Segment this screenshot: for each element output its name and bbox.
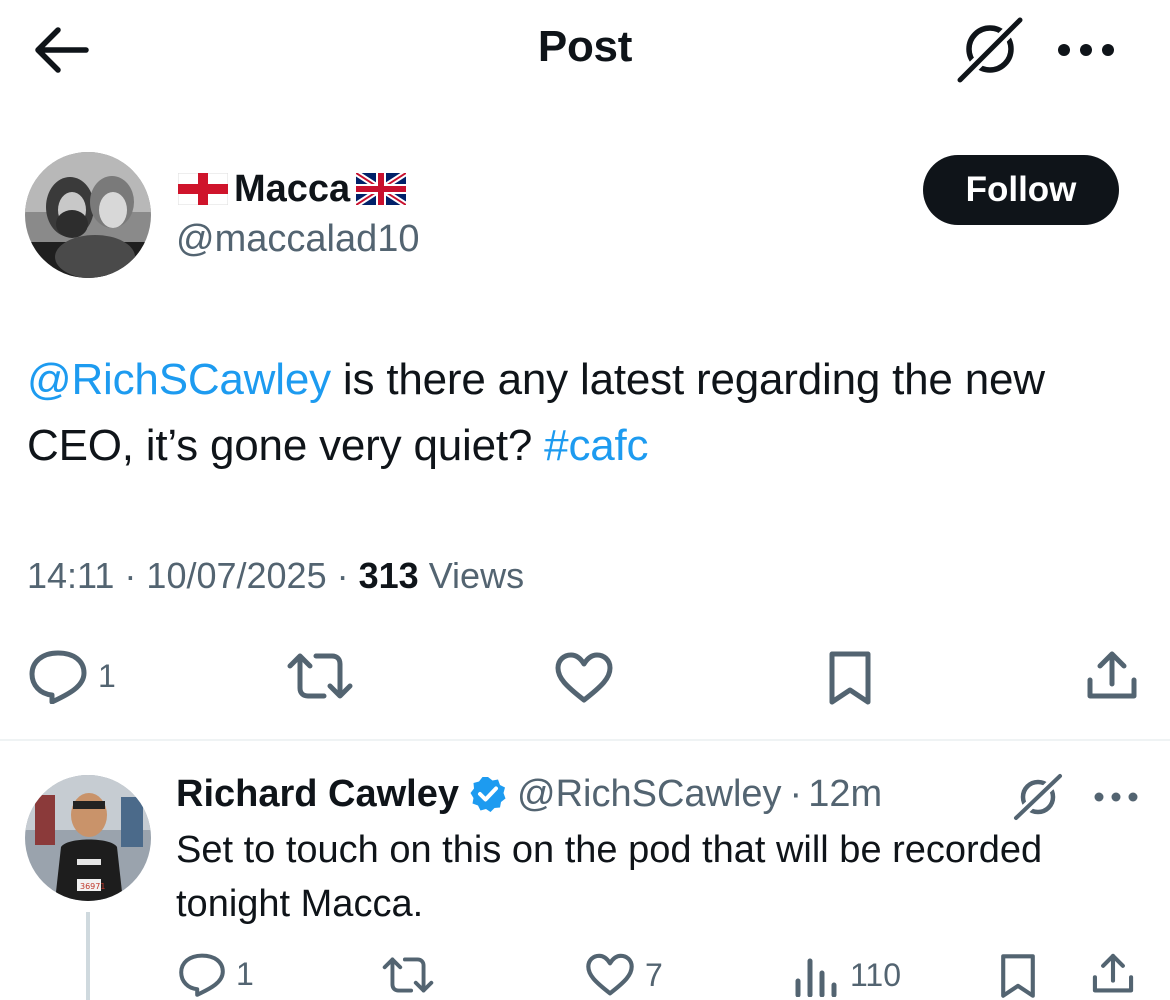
- bookmark-icon: [829, 651, 871, 705]
- like-button[interactable]: [554, 652, 614, 709]
- reply-icon: [29, 650, 87, 704]
- divider: [0, 739, 1170, 741]
- verified-badge-icon: [470, 777, 506, 812]
- views-label: Views: [418, 555, 525, 596]
- thread-line: [86, 912, 90, 1000]
- follow-button[interactable]: Follow: [923, 155, 1119, 225]
- reply-share-button[interactable]: [1090, 951, 1136, 1000]
- post-text: @RichSCawley is there any latest regardi…: [27, 347, 1147, 479]
- repost-icon: [287, 653, 353, 699]
- reply-like-count: 7: [645, 956, 663, 993]
- reply-author-name[interactable]: Richard Cawley: [176, 773, 459, 816]
- mention-link[interactable]: @RichSCawley: [27, 355, 331, 404]
- hashtag-link[interactable]: #cafc: [544, 421, 648, 470]
- bookmark-button[interactable]: [826, 650, 874, 711]
- grok-icon: [954, 14, 1026, 86]
- post-time: 14:11: [27, 555, 115, 596]
- reply-text: Set to touch on this on the pod that wil…: [176, 829, 1043, 925]
- author-handle[interactable]: @maccalad10: [176, 218, 419, 261]
- svg-text:36971: 36971: [80, 882, 105, 891]
- more-horizontal-icon: [1094, 792, 1138, 802]
- share-icon: [1092, 953, 1134, 993]
- reply-header: Richard Cawley @RichSCawley · 12m: [176, 768, 882, 820]
- reply-bookmark-button[interactable]: [998, 953, 1038, 1000]
- uk-flag-icon: [356, 173, 407, 205]
- england-flag-icon: [178, 173, 228, 205]
- reply-time[interactable]: 12m: [808, 773, 882, 816]
- reply-like-button[interactable]: 7: [585, 953, 663, 997]
- heart-icon: [586, 953, 634, 996]
- author-avatar[interactable]: [25, 152, 151, 278]
- post-meta: 14:11 · 10/07/2025 · 313 Views: [27, 555, 524, 597]
- views-count[interactable]: 313: [359, 555, 419, 596]
- author-name-row[interactable]: Macca: [178, 166, 407, 212]
- post-date: 10/07/2025: [146, 555, 327, 596]
- bookmark-icon: [1001, 954, 1035, 998]
- repost-icon: [382, 957, 434, 993]
- share-icon: [1087, 651, 1137, 699]
- reply-icon: [179, 953, 225, 997]
- reply-views-count: 110: [850, 956, 902, 993]
- reply-grok-button[interactable]: [1010, 771, 1066, 823]
- author-name: Macca: [234, 167, 351, 210]
- analytics-icon: [795, 958, 837, 997]
- reply-author-handle[interactable]: @RichSCawley: [517, 773, 782, 816]
- reply-more-button[interactable]: [1090, 786, 1142, 808]
- reply-count: 1: [98, 657, 116, 694]
- share-button[interactable]: [1084, 648, 1140, 709]
- reply-separator: ·: [789, 772, 803, 815]
- meta-separator: ·: [326, 555, 359, 596]
- reply-views-button[interactable]: 110: [792, 953, 901, 997]
- more-button[interactable]: [1052, 30, 1122, 70]
- grok-icon: [1011, 771, 1065, 823]
- reply-repost-button[interactable]: [380, 953, 436, 1000]
- reply-reply-button[interactable]: 1: [178, 951, 254, 997]
- reply-reply-count: 1: [236, 955, 254, 992]
- meta-separator: ·: [114, 555, 147, 596]
- reply-author-avatar[interactable]: 36971: [25, 775, 151, 901]
- heart-icon: [555, 652, 613, 703]
- grok-button[interactable]: [952, 14, 1028, 86]
- reply-button[interactable]: 1: [28, 648, 116, 704]
- more-horizontal-icon: [1058, 44, 1114, 56]
- repost-button[interactable]: [284, 648, 356, 709]
